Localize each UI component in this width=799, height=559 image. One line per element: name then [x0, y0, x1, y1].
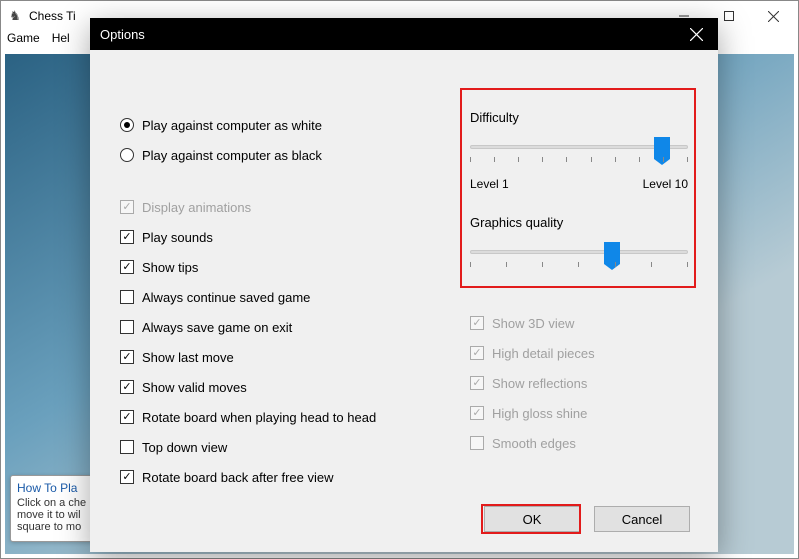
- checkbox-icon: ✓: [120, 410, 134, 424]
- radio-play-black[interactable]: Play against computer as black: [120, 140, 440, 170]
- check-rotate-back[interactable]: ✓ Rotate board back after free view: [120, 462, 440, 492]
- difficulty-min-label: Level 1: [470, 177, 509, 191]
- dialog-buttons: OK Cancel: [484, 506, 690, 532]
- check-label: Display animations: [142, 200, 251, 215]
- checkbox-icon: [120, 290, 134, 304]
- radio-label: Play against computer as black: [142, 148, 322, 163]
- check-reflections: ✓ Show reflections: [470, 368, 688, 398]
- check-rotate-head-to-head[interactable]: ✓ Rotate board when playing head to head: [120, 402, 440, 432]
- check-label: Always save game on exit: [142, 320, 292, 335]
- cancel-button[interactable]: Cancel: [594, 506, 690, 532]
- check-high-detail: ✓ High detail pieces: [470, 338, 688, 368]
- parent-window-title: Chess Ti: [29, 9, 76, 23]
- check-gloss: ✓ High gloss shine: [470, 398, 688, 428]
- check-play-sounds[interactable]: ✓ Play sounds: [120, 222, 440, 252]
- check-always-continue[interactable]: Always continue saved game: [120, 282, 440, 312]
- check-always-save[interactable]: Always save game on exit: [120, 312, 440, 342]
- checkbox-icon: ✓: [120, 260, 134, 274]
- left-column: Play against computer as white Play agai…: [120, 110, 440, 532]
- checkbox-icon: ✓: [120, 380, 134, 394]
- graphics-label: Graphics quality: [470, 215, 688, 230]
- check-show-tips[interactable]: ✓ Show tips: [120, 252, 440, 282]
- difficulty-label: Difficulty: [470, 110, 688, 125]
- check-smooth: Smooth edges: [470, 428, 688, 458]
- slider-thumb-icon[interactable]: [604, 242, 620, 264]
- parent-close-button[interactable]: [751, 2, 796, 31]
- right-column: Difficulty Level 1 Level 10 Graphics qua…: [440, 110, 688, 532]
- check-label: Show last move: [142, 350, 234, 365]
- checkbox-icon: ✓: [470, 376, 484, 390]
- check-label: Show reflections: [492, 376, 587, 391]
- checkbox-icon: ✓: [120, 350, 134, 364]
- check-label: Top down view: [142, 440, 227, 455]
- checkbox-icon: ✓: [470, 406, 484, 420]
- radio-label: Play against computer as white: [142, 118, 322, 133]
- difficulty-slider-block: Difficulty Level 1 Level 10: [470, 110, 688, 191]
- check-label: Show 3D view: [492, 316, 574, 331]
- check-label: High detail pieces: [492, 346, 595, 361]
- check-show-last-move[interactable]: ✓ Show last move: [120, 342, 440, 372]
- menu-game[interactable]: Game: [7, 31, 40, 50]
- graphics-slider[interactable]: [470, 244, 688, 278]
- check-label: Always continue saved game: [142, 290, 310, 305]
- dialog-close-button[interactable]: [684, 22, 708, 46]
- check-show-3d: ✓ Show 3D view: [470, 308, 688, 338]
- checkbox-icon: ✓: [470, 346, 484, 360]
- check-display-animations: ✓ Display animations: [120, 192, 440, 222]
- slider-thumb-icon[interactable]: [654, 137, 670, 159]
- check-label: High gloss shine: [492, 406, 587, 421]
- difficulty-slider[interactable]: [470, 139, 688, 173]
- dialog-titlebar: Options: [90, 18, 718, 50]
- chess-icon: ♞: [7, 8, 23, 24]
- graphics-checks: ✓ Show 3D view ✓ High detail pieces ✓ Sh…: [470, 308, 688, 458]
- checkbox-icon: ✓: [470, 316, 484, 330]
- difficulty-max-label: Level 10: [643, 177, 688, 191]
- checkbox-icon: ✓: [120, 470, 134, 484]
- graphics-slider-block: Graphics quality: [470, 215, 688, 278]
- checkbox-icon: ✓: [120, 230, 134, 244]
- check-top-down[interactable]: Top down view: [120, 432, 440, 462]
- radio-icon: [120, 118, 134, 132]
- check-label: Play sounds: [142, 230, 213, 245]
- checkbox-icon: [470, 436, 484, 450]
- dialog-title: Options: [100, 27, 145, 42]
- checkbox-icon: [120, 320, 134, 334]
- checkbox-icon: [120, 440, 134, 454]
- radio-play-white[interactable]: Play against computer as white: [120, 110, 440, 140]
- ok-button[interactable]: OK: [484, 506, 580, 532]
- options-dialog: Options Play against computer as white P…: [90, 18, 718, 552]
- check-label: Rotate board back after free view: [142, 470, 334, 485]
- check-label: Show tips: [142, 260, 198, 275]
- check-label: Smooth edges: [492, 436, 576, 451]
- check-label: Rotate board when playing head to head: [142, 410, 376, 425]
- radio-icon: [120, 148, 134, 162]
- checkbox-icon: ✓: [120, 200, 134, 214]
- check-show-valid-moves[interactable]: ✓ Show valid moves: [120, 372, 440, 402]
- menu-help[interactable]: Hel: [52, 31, 70, 50]
- check-label: Show valid moves: [142, 380, 247, 395]
